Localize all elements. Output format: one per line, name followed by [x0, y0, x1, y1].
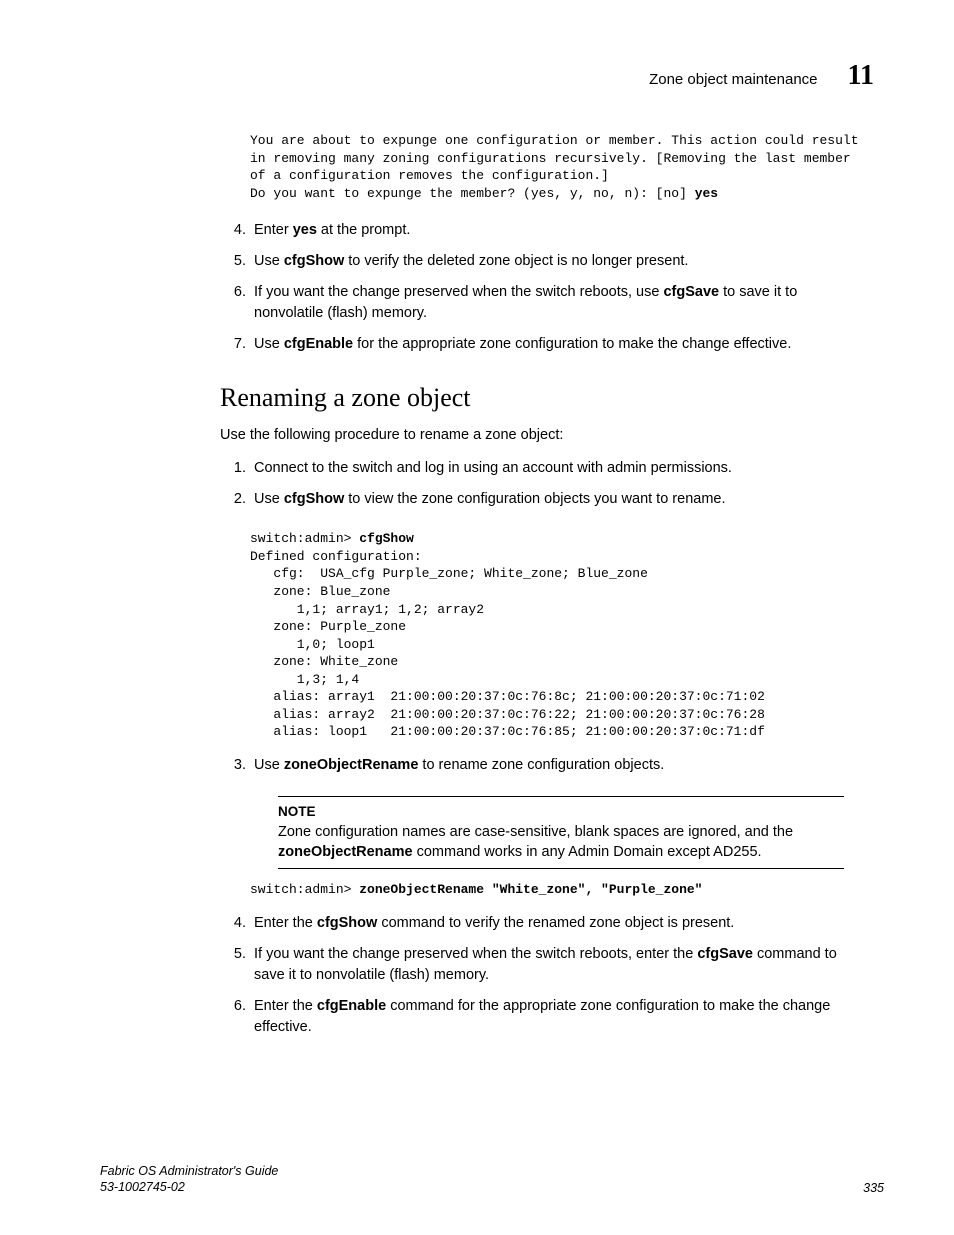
page-header: Zone object maintenance 11 — [100, 60, 884, 92]
code-block-expunge: You are about to expunge one configurati… — [250, 132, 884, 202]
code-block-rename: switch:admin> zoneObjectRename "White_zo… — [250, 881, 884, 899]
note-block: NOTE Zone configuration names are case-s… — [278, 796, 844, 869]
list-item: If you want the change preserved when th… — [250, 282, 844, 324]
code-block-cfgshow: switch:admin> cfgShow Defined configurat… — [250, 530, 884, 741]
list-item: Enter yes at the prompt. — [250, 220, 844, 241]
footer-doc-number: 53-1002745-02 — [100, 1179, 278, 1195]
list-item: Use cfgEnable for the appropriate zone c… — [250, 334, 844, 355]
procedure-list-rename-b: Use zoneObjectRename to rename zone conf… — [220, 755, 884, 776]
page-footer: Fabric OS Administrator's Guide 53-10027… — [100, 1163, 884, 1196]
note-label: NOTE — [278, 803, 844, 822]
chapter-number: 11 — [848, 60, 874, 92]
page: Zone object maintenance 11 You are about… — [0, 0, 954, 1235]
note-text: Zone configuration names are case-sensit… — [278, 822, 844, 863]
list-item: Use zoneObjectRename to rename zone conf… — [250, 755, 844, 776]
section-heading-renaming: Renaming a zone object — [220, 383, 884, 413]
procedure-list-top: Enter yes at the prompt. Use cfgShow to … — [220, 220, 884, 355]
list-item: Use cfgShow to verify the deleted zone o… — [250, 251, 844, 272]
list-item: Connect to the switch and log in using a… — [250, 458, 844, 479]
list-item: Use cfgShow to view the zone configurati… — [250, 489, 844, 510]
footer-book-title: Fabric OS Administrator's Guide — [100, 1163, 278, 1179]
list-item: If you want the change preserved when th… — [250, 944, 844, 986]
procedure-list-rename-c: Enter the cfgShow command to verify the … — [220, 913, 884, 1038]
procedure-list-rename-a: Connect to the switch and log in using a… — [220, 458, 884, 510]
intro-paragraph: Use the following procedure to rename a … — [220, 425, 844, 446]
list-item: Enter the cfgShow command to verify the … — [250, 913, 844, 934]
header-title: Zone object maintenance — [649, 71, 817, 88]
footer-left: Fabric OS Administrator's Guide 53-10027… — [100, 1163, 278, 1196]
footer-page-number: 335 — [863, 1181, 884, 1195]
list-item: Enter the cfgEnable command for the appr… — [250, 996, 844, 1038]
